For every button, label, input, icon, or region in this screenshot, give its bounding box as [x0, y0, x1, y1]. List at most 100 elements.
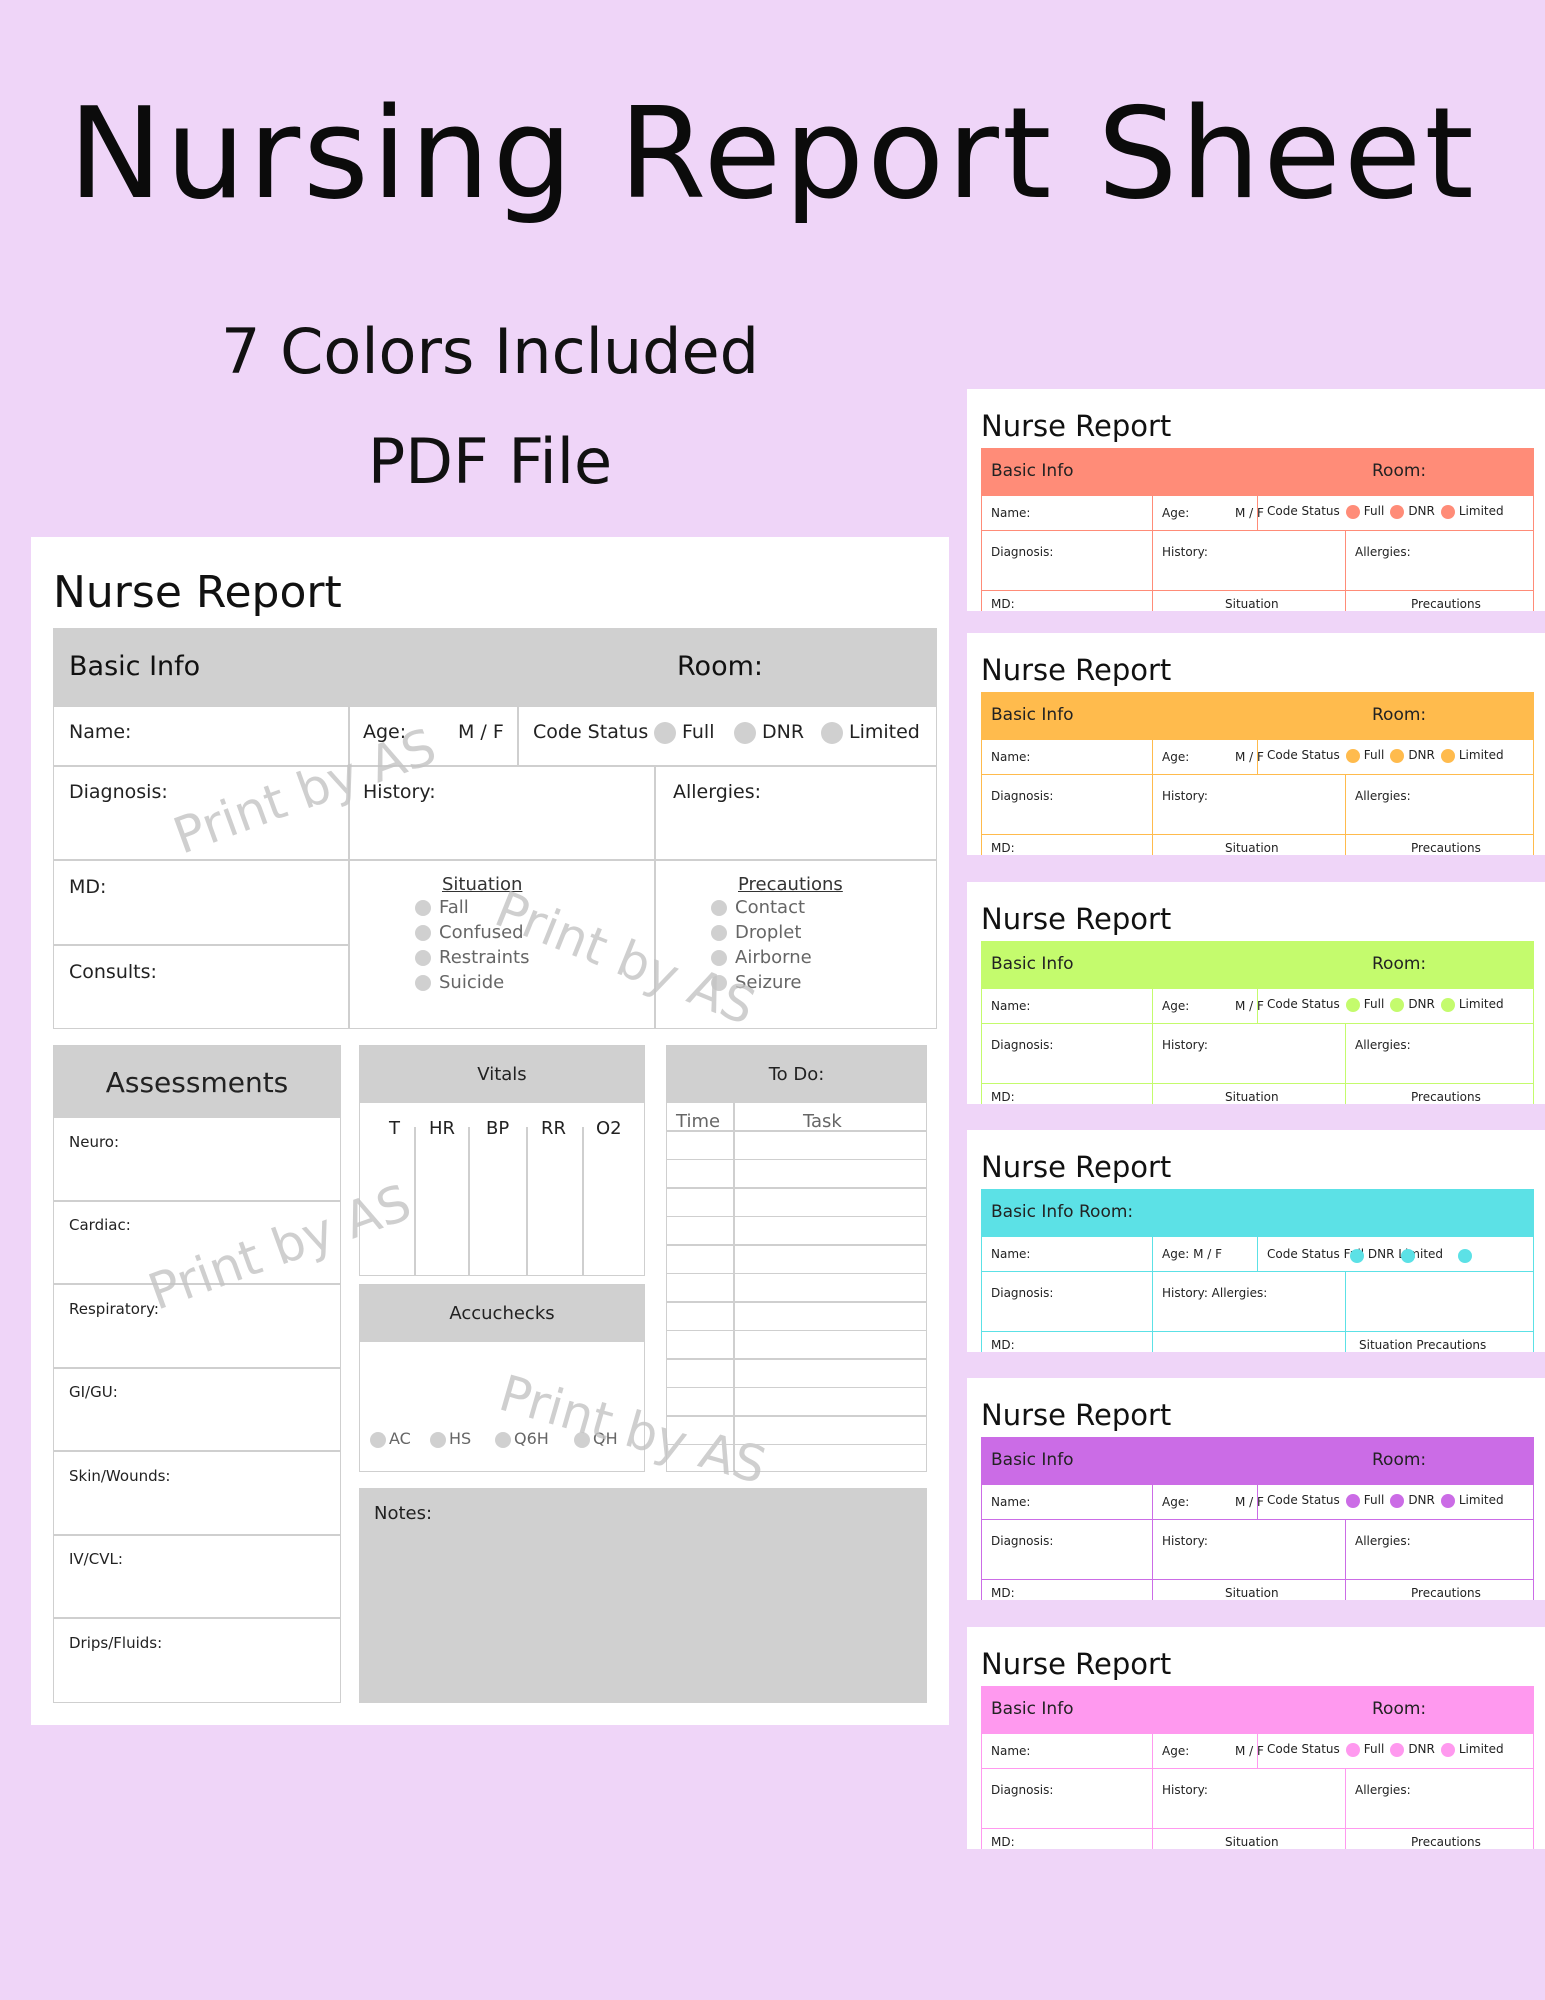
situation-item-suicide[interactable]: Suicide — [415, 970, 529, 995]
mini-radio-full-icon[interactable] — [1345, 504, 1360, 519]
mini-grid-line — [1152, 496, 1153, 611]
mini-grid-line — [981, 834, 1534, 835]
room-label: Room: — [677, 651, 763, 682]
accucheck-ac[interactable]: AC — [370, 1426, 411, 1451]
mini-radio-full-icon[interactable] — [1345, 997, 1360, 1012]
mini-grid-line — [1345, 1271, 1346, 1352]
todo-row-line — [666, 1187, 927, 1189]
mini-code-status-label: Code Status — [1267, 504, 1340, 518]
mini-code-dnr-label: DNR — [1408, 997, 1435, 1011]
precaution-item-label: Airborne — [735, 947, 812, 968]
mini-grid-line — [981, 1828, 1534, 1829]
mini-code-dnr-label: DNR — [1408, 1742, 1435, 1756]
code-full-option[interactable]: Full — [654, 721, 715, 744]
todo-row-line — [666, 1244, 927, 1246]
checkbox-icon[interactable] — [711, 925, 727, 941]
mini-diagnosis-label: Diagnosis: — [991, 545, 1054, 559]
mini-radio-full-icon[interactable] — [1345, 1493, 1360, 1508]
checkbox-icon[interactable] — [415, 975, 431, 991]
mini-sheet-title: Nurse Report — [981, 409, 1172, 443]
mini-room-label: Room: — [1372, 705, 1427, 725]
checkbox-icon[interactable] — [711, 900, 727, 916]
code-limited-option[interactable]: Limited — [821, 721, 920, 744]
md-label: MD: — [69, 876, 107, 898]
mini-sheet-title: Nurse Report — [981, 653, 1172, 687]
mini-radio-full-icon[interactable] — [1345, 748, 1360, 763]
mini-code-status-row: Code Status Full DNR Limited — [1267, 1742, 1504, 1757]
checkbox-icon[interactable] — [430, 1431, 446, 1448]
checkbox-icon[interactable] — [495, 1431, 511, 1448]
mini-report-sheet: Nurse Report Basic Info Room: Name: Age: M / … — [967, 633, 1545, 855]
mini-radio-dnr-icon[interactable] — [1390, 748, 1405, 763]
mini-radio-limited-icon[interactable] — [1440, 1742, 1455, 1757]
situation-item-restraints[interactable]: Restraints — [415, 945, 529, 970]
checkbox-icon[interactable] — [415, 950, 431, 966]
mini-diagnosis-label: Diagnosis: — [991, 1534, 1054, 1548]
mini-room-label: Room: — [1372, 1699, 1427, 1719]
radio-limited-icon[interactable] — [821, 721, 843, 744]
consults-label: Consults: — [69, 961, 157, 983]
mini-code-limited-label: Limited — [1458, 748, 1504, 762]
mini-basic-info-label: Basic Info — [991, 705, 1074, 725]
mini-grid-line — [1152, 1734, 1153, 1849]
mini-situation-label: Situation — [1225, 1835, 1279, 1849]
mini-name-label: Name: — [991, 750, 1031, 764]
notes-panel[interactable]: Notes: — [359, 1488, 927, 1703]
mini-sex-label: M / F — [1235, 999, 1264, 1013]
precaution-item-droplet[interactable]: Droplet — [711, 920, 843, 945]
assessment-cardiac: Cardiac: — [69, 1216, 131, 1234]
mini-precautions-label: Precautions — [1411, 1586, 1481, 1600]
mini-sheet-title: Nurse Report — [981, 1398, 1172, 1432]
assessments-header: Assessments — [54, 1046, 340, 1118]
accucheck-label: AC — [389, 1429, 411, 1448]
mini-radio-icon[interactable] — [1350, 1249, 1364, 1263]
code-dnr-option[interactable]: DNR — [734, 721, 804, 744]
mini-radio-dnr-icon[interactable] — [1390, 504, 1405, 519]
mini-grid-line — [1533, 496, 1534, 611]
radio-dnr-icon[interactable] — [734, 721, 756, 744]
mini-radio-icon[interactable] — [1401, 1249, 1415, 1263]
mini-radio-limited-icon[interactable] — [1440, 1493, 1455, 1508]
radio-full-icon[interactable] — [654, 721, 676, 744]
mini-radio-full-icon[interactable] — [1345, 1742, 1360, 1757]
mini-age-label: Age: — [1162, 1495, 1190, 1509]
vitals-heading: Vitals — [477, 1064, 527, 1085]
mini-name-label: Name: — [991, 506, 1031, 520]
mini-sex-label: M / F — [1235, 1495, 1264, 1509]
mini-radio-icon[interactable] — [1458, 1249, 1472, 1263]
mini-md-label: MD: — [991, 1090, 1015, 1104]
checkbox-icon[interactable] — [415, 900, 431, 916]
mini-basic-info-bar: Basic Info Room: — [981, 1437, 1534, 1485]
mini-radio-dnr-icon[interactable] — [1390, 1742, 1405, 1757]
accucheck-hs[interactable]: HS — [430, 1426, 471, 1451]
mini-sex-label: M / F — [1235, 1744, 1264, 1758]
mini-radio-limited-icon[interactable] — [1440, 997, 1455, 1012]
mini-history-label: History: — [1162, 1038, 1208, 1052]
mini-grid-line — [1152, 1485, 1153, 1600]
mini-allergies-label: Allergies: — [1355, 1534, 1411, 1548]
sex-label: M / F — [458, 721, 504, 743]
vitals-header: Vitals — [360, 1046, 644, 1103]
precaution-item-contact[interactable]: Contact — [711, 895, 843, 920]
todo-row-line — [666, 1415, 927, 1417]
checkbox-icon[interactable] — [415, 925, 431, 941]
checkbox-icon[interactable] — [370, 1431, 386, 1448]
todo-heading: To Do: — [768, 1064, 825, 1085]
mini-basic-info-bar: Basic Info Room: — [981, 941, 1534, 989]
mini-code-full-label: Full — [1363, 504, 1385, 518]
todo-row-line — [666, 1272, 927, 1274]
mini-radio-limited-icon[interactable] — [1440, 504, 1455, 519]
mini-code-full-label: Full — [1363, 1493, 1385, 1507]
mini-grid-line — [1257, 1237, 1258, 1271]
mini-radio-dnr-icon[interactable] — [1390, 1493, 1405, 1508]
mini-radio-limited-icon[interactable] — [1440, 748, 1455, 763]
mini-grid-line — [981, 989, 982, 1104]
mini-grid-line — [981, 1579, 1534, 1580]
mini-grid-line — [981, 590, 1534, 591]
precaution-item-airborne[interactable]: Airborne — [711, 945, 843, 970]
mini-code-dnr-label: DNR — [1408, 748, 1435, 762]
mini-grid-line — [981, 530, 1534, 531]
mini-code-dnr-label: DNR — [1408, 1493, 1435, 1507]
mini-code-full-label: Full — [1363, 1742, 1385, 1756]
mini-radio-dnr-icon[interactable] — [1390, 997, 1405, 1012]
